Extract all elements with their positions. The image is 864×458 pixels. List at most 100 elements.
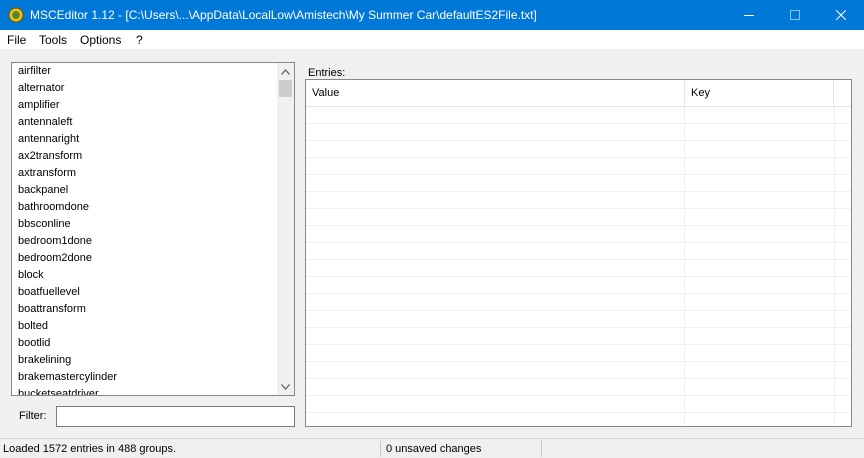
minimize-button[interactable] [726,0,772,30]
list-item[interactable]: block [12,267,277,284]
table-row [306,124,851,141]
table-row [306,226,851,243]
column-divider [834,379,835,396]
maximize-button[interactable] [772,0,818,30]
table-row [306,362,851,379]
entries-table-body [306,107,851,426]
column-header-key[interactable]: Key [685,80,834,107]
column-divider [834,260,835,277]
column-divider [684,107,685,124]
column-divider [684,226,685,243]
status-loaded: Loaded 1572 entries in 488 groups. [3,443,177,455]
close-icon [836,10,846,20]
column-divider [834,124,835,141]
status-divider [541,441,542,457]
column-divider [684,260,685,277]
column-divider [684,379,685,396]
table-row [306,396,851,413]
list-item[interactable]: bathroomdone [12,199,277,216]
list-item[interactable]: ax2transform [12,148,277,165]
column-divider [834,396,835,413]
minimize-icon [744,14,754,16]
table-row [306,345,851,362]
table-row [306,413,851,426]
scroll-down-arrow-icon[interactable] [277,378,294,395]
column-divider [684,294,685,311]
menu-bar: File Tools Options ? [0,30,864,49]
column-divider [834,107,835,124]
menu-options[interactable]: Options [80,33,121,47]
entries-table[interactable]: Value Key [305,79,852,427]
list-item[interactable]: airfilter [12,63,277,80]
list-item[interactable]: bolted [12,318,277,335]
title-bar: MSCEditor 1.12 - [C:\Users\...\AppData\L… [0,0,864,30]
list-item[interactable]: antennaright [12,131,277,148]
list-item[interactable]: bbsconline [12,216,277,233]
app-icon [8,7,24,23]
column-divider [834,243,835,260]
table-row [306,192,851,209]
menu-help[interactable]: ? [136,33,143,47]
column-divider [834,158,835,175]
column-divider [684,243,685,260]
list-item[interactable]: boatfuellevel [12,284,277,301]
close-button[interactable] [818,0,864,30]
table-row [306,209,851,226]
column-divider [684,175,685,192]
table-row [306,260,851,277]
list-item[interactable]: axtransform [12,165,277,182]
column-divider [834,413,835,426]
list-item[interactable]: brakemastercylinder [12,369,277,386]
list-item[interactable]: boattransform [12,301,277,318]
list-item[interactable]: backpanel [12,182,277,199]
column-divider [684,413,685,426]
table-row [306,175,851,192]
list-item[interactable]: amplifier [12,97,277,114]
group-list-items: airfilter alternator amplifier antennale… [12,63,277,395]
menu-tools[interactable]: Tools [39,33,67,47]
list-item[interactable]: brakelining [12,352,277,369]
group-list-scrollbar[interactable] [277,63,294,395]
column-divider [834,294,835,311]
list-item[interactable]: alternator [12,80,277,97]
column-divider [684,209,685,226]
column-divider [684,396,685,413]
window-title: MSCEditor 1.12 - [C:\Users\...\AppData\L… [30,8,537,22]
column-divider [834,345,835,362]
list-item[interactable]: bootlid [12,335,277,352]
column-divider [834,192,835,209]
list-item[interactable]: antennaleft [12,114,277,131]
list-item[interactable]: bucketseatdriver [12,386,277,395]
table-row [306,158,851,175]
table-row [306,379,851,396]
column-divider [834,175,835,192]
status-unsaved: 0 unsaved changes [386,443,482,455]
table-row [306,141,851,158]
column-divider [684,328,685,345]
column-divider [684,141,685,158]
scroll-thumb[interactable] [279,80,292,97]
table-row [306,243,851,260]
table-row [306,328,851,345]
column-divider [834,277,835,294]
filter-input[interactable] [56,406,295,427]
list-item[interactable]: bedroom1done [12,233,277,250]
column-divider [834,226,835,243]
status-divider [380,441,381,457]
list-item[interactable]: bedroom2done [12,250,277,267]
table-row [306,107,851,124]
group-list[interactable]: airfilter alternator amplifier antennale… [11,62,295,396]
menu-file[interactable]: File [7,33,26,47]
column-divider [684,362,685,379]
column-header-value[interactable]: Value [306,80,685,107]
filter-label: Filter: [19,410,47,422]
status-bar: Loaded 1572 entries in 488 groups. 0 uns… [0,438,864,458]
column-divider [834,311,835,328]
column-divider [684,124,685,141]
scroll-up-arrow-icon[interactable] [277,63,294,80]
column-divider [834,328,835,345]
column-divider [684,158,685,175]
column-divider [684,277,685,294]
entries-table-header: Value Key [306,80,851,107]
table-row [306,311,851,328]
